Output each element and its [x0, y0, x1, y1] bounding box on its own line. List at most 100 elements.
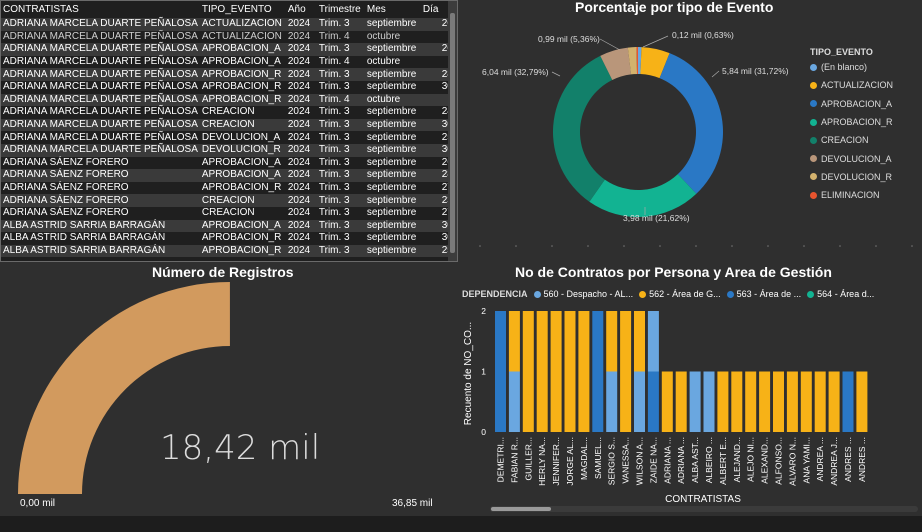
table-row[interactable]: ADRIANA MARCELA DUARTE PEÑALOSA APROBACIO… — [1, 93, 455, 107]
column-header-tipo-evento[interactable]: TIPO_EVENTO — [200, 1, 286, 18]
donut-legend-item[interactable]: ACTUALIZACION — [810, 76, 893, 94]
bar-segment[interactable] — [731, 371, 743, 433]
bar-segment[interactable] — [786, 371, 798, 433]
bar-segment[interactable] — [536, 311, 548, 432]
legend-dot — [810, 155, 817, 163]
bar-segment[interactable] — [856, 371, 868, 433]
bar-segment[interactable] — [564, 311, 576, 432]
bar-segment[interactable] — [578, 311, 590, 432]
x-tick-label: JENNIFER... — [551, 437, 561, 486]
bar-legend-item-564[interactable]: 564 - Área d... — [807, 289, 874, 299]
donut-legend-item[interactable]: ELIMINACION — [810, 186, 893, 204]
bar-legend-title: DEPENDENCIA — [462, 289, 528, 299]
table-row[interactable]: ALBA ASTRID SARRIA BARRAGÁN APROBACION_R 2… — [1, 244, 455, 258]
bar-segment[interactable] — [634, 311, 645, 372]
bar-legend-item-560[interactable]: 560 - Despacho - AL... — [533, 289, 633, 299]
table-cell: ADRIANA SÁENZ FORERO — [3, 156, 129, 168]
bar-segment[interactable] — [773, 371, 784, 433]
table-row[interactable]: ADRIANA SÁENZ FORERO APROBACION_R 2024 Trim… — [1, 182, 455, 195]
bar-segment[interactable] — [647, 311, 659, 372]
table-row[interactable]: ADRIANA MARCELA DUARTE PEÑALOSA APROBACIO… — [1, 68, 455, 81]
legend-label: CREACION — [821, 135, 869, 146]
legend-label: APROBACION_R — [821, 117, 893, 128]
bar-legend-item-562[interactable]: 562 - Área de G... — [639, 289, 721, 299]
bar-segment[interactable] — [759, 371, 771, 433]
table-row[interactable]: ADRIANA MARCELA DUARTE PEÑALOSA ACTUALIZA… — [1, 31, 455, 44]
bar-segment[interactable] — [842, 371, 854, 433]
grid-dot — [551, 245, 553, 247]
table-row[interactable]: ADRIANA MARCELA DUARTE PEÑALOSA DEVOLUCIO… — [1, 143, 455, 157]
x-tick-label: ADRIANA ... — [676, 437, 686, 484]
bar-segment[interactable] — [800, 371, 812, 433]
table-row[interactable]: ALBA ASTRID SARRIA BARRAGÁN APROBACION_R 2… — [1, 232, 455, 245]
table-cell: septiembre — [364, 219, 421, 233]
table-row[interactable]: ADRIANA MARCELA DUARTE PEÑALOSA CREACION 2… — [1, 118, 455, 132]
table-row[interactable]: ADRIANA SÁENZ FORERO APROBACION_A 2024 Trim… — [1, 169, 455, 182]
bar-legend-item-563[interactable]: 563 - Área de ... — [726, 289, 801, 299]
bar-segment[interactable] — [828, 371, 840, 433]
donut-legend-item[interactable]: (En blanco) — [810, 58, 893, 76]
donut-slice[interactable] — [659, 53, 723, 194]
bar-segment[interactable] — [522, 311, 534, 432]
bar-segment[interactable] — [592, 311, 604, 432]
bar-segment[interactable] — [675, 371, 687, 433]
bar-chart[interactable]: Recuento de NO_CO... 0 1 2 DEMETRI... FABIAN … — [458, 300, 922, 516]
bar-segment[interactable] — [814, 371, 826, 433]
bar-segment[interactable] — [717, 371, 729, 433]
donut-legend-item[interactable]: DEVOLUCION_A — [810, 149, 893, 167]
legend-label: (En blanco) — [821, 62, 868, 73]
bar-segment[interactable] — [620, 311, 632, 432]
legend-dot — [810, 81, 817, 89]
table-cell: septiembre — [366, 182, 417, 194]
table-row[interactable]: ADRIANA SÁENZ FORERO CREACION 2024 Trim. 3s… — [1, 207, 455, 220]
bar-segment[interactable] — [689, 371, 701, 433]
grid-dot — [839, 245, 841, 247]
table-cell: ADRIANA MARCELA DUARTE PEÑALOSA — [1, 43, 200, 56]
bar-scrollbar-thumb[interactable] — [491, 507, 551, 511]
table-row[interactable]: ADRIANA SÁENZ FORERO CREACION 2024 Trim. 3s… — [1, 194, 455, 207]
bar-segment[interactable] — [647, 371, 659, 433]
donut-legend-item[interactable]: CREACION — [810, 131, 893, 149]
table-row[interactable]: ALBA ASTRID SARRIA BARRAGÁN APROBACION_A 2… — [1, 219, 455, 233]
bar-segment[interactable] — [550, 311, 562, 432]
column-header-trimestre[interactable]: Trimestre — [317, 1, 365, 18]
table-row[interactable]: ADRIANA MARCELA DUARTE PEÑALOSA ACTUALIZA… — [1, 18, 455, 31]
bar-x-axis-label: CONTRATISTAS — [665, 494, 741, 505]
donut-slice[interactable] — [589, 174, 697, 217]
x-tick-label: MAGDAL... — [579, 437, 589, 480]
donut-data-label: 0,99 mil (5,36%) — [538, 34, 600, 44]
table-row[interactable]: ADRIANA SÁENZ FORERO APROBACION_A 2024 Trim… — [1, 157, 455, 170]
table-row[interactable]: ADRIANA MARCELA DUARTE PEÑALOSA DEVOLUCIO… — [1, 131, 455, 144]
legend-dot — [533, 290, 541, 298]
table-cell: Trim. 3 — [316, 118, 365, 132]
table-cell: APROBACION_A — [199, 219, 286, 233]
bar-segment[interactable] — [703, 371, 715, 433]
bar-segment[interactable] — [606, 371, 618, 433]
donut-legend-item[interactable]: DEVOLUCION_R — [810, 168, 893, 186]
donut-legend-item[interactable]: APROBACION_R — [810, 113, 893, 131]
bar-segment[interactable] — [495, 311, 506, 432]
bar-segment[interactable] — [661, 371, 673, 433]
bar-segment[interactable] — [606, 311, 618, 372]
table-row[interactable]: ADRIANA MARCELA DUARTE PEÑALOSA APROBACIO… — [1, 81, 455, 94]
column-header-anio[interactable]: Año — [286, 1, 317, 18]
table-cell: septiembre — [366, 156, 417, 168]
table-row[interactable]: ADRIANA MARCELA DUARTE PEÑALOSA APROBACIO… — [1, 43, 455, 56]
column-header-contratistas[interactable]: CONTRATISTAS — [1, 1, 200, 18]
table-scrollbar[interactable] — [448, 1, 457, 261]
gauge-chart[interactable] — [0, 280, 460, 516]
bar-segment[interactable] — [508, 371, 520, 433]
table-cell: septiembre — [364, 18, 421, 31]
table-row[interactable]: ADRIANA MARCELA DUARTE PEÑALOSA APROBACIO… — [1, 56, 455, 69]
grid-dot — [479, 245, 481, 247]
table-row[interactable]: ADRIANA MARCELA DUARTE PEÑALOSA CREACION 2… — [1, 106, 455, 119]
bar-segment[interactable] — [745, 371, 757, 433]
column-header-mes[interactable]: Mes — [365, 1, 421, 18]
bar-segment[interactable] — [508, 311, 520, 372]
donut-legend-item[interactable]: APROBACION_A — [810, 95, 893, 113]
bar-segment[interactable] — [634, 371, 645, 433]
donut-slice[interactable] — [553, 55, 613, 202]
events-table: CONTRATISTAS TIPO_EVENTO Año Trimestre M… — [1, 1, 455, 258]
bar-scrollbar-track[interactable] — [490, 506, 918, 512]
table-scrollbar-thumb[interactable] — [450, 13, 455, 253]
